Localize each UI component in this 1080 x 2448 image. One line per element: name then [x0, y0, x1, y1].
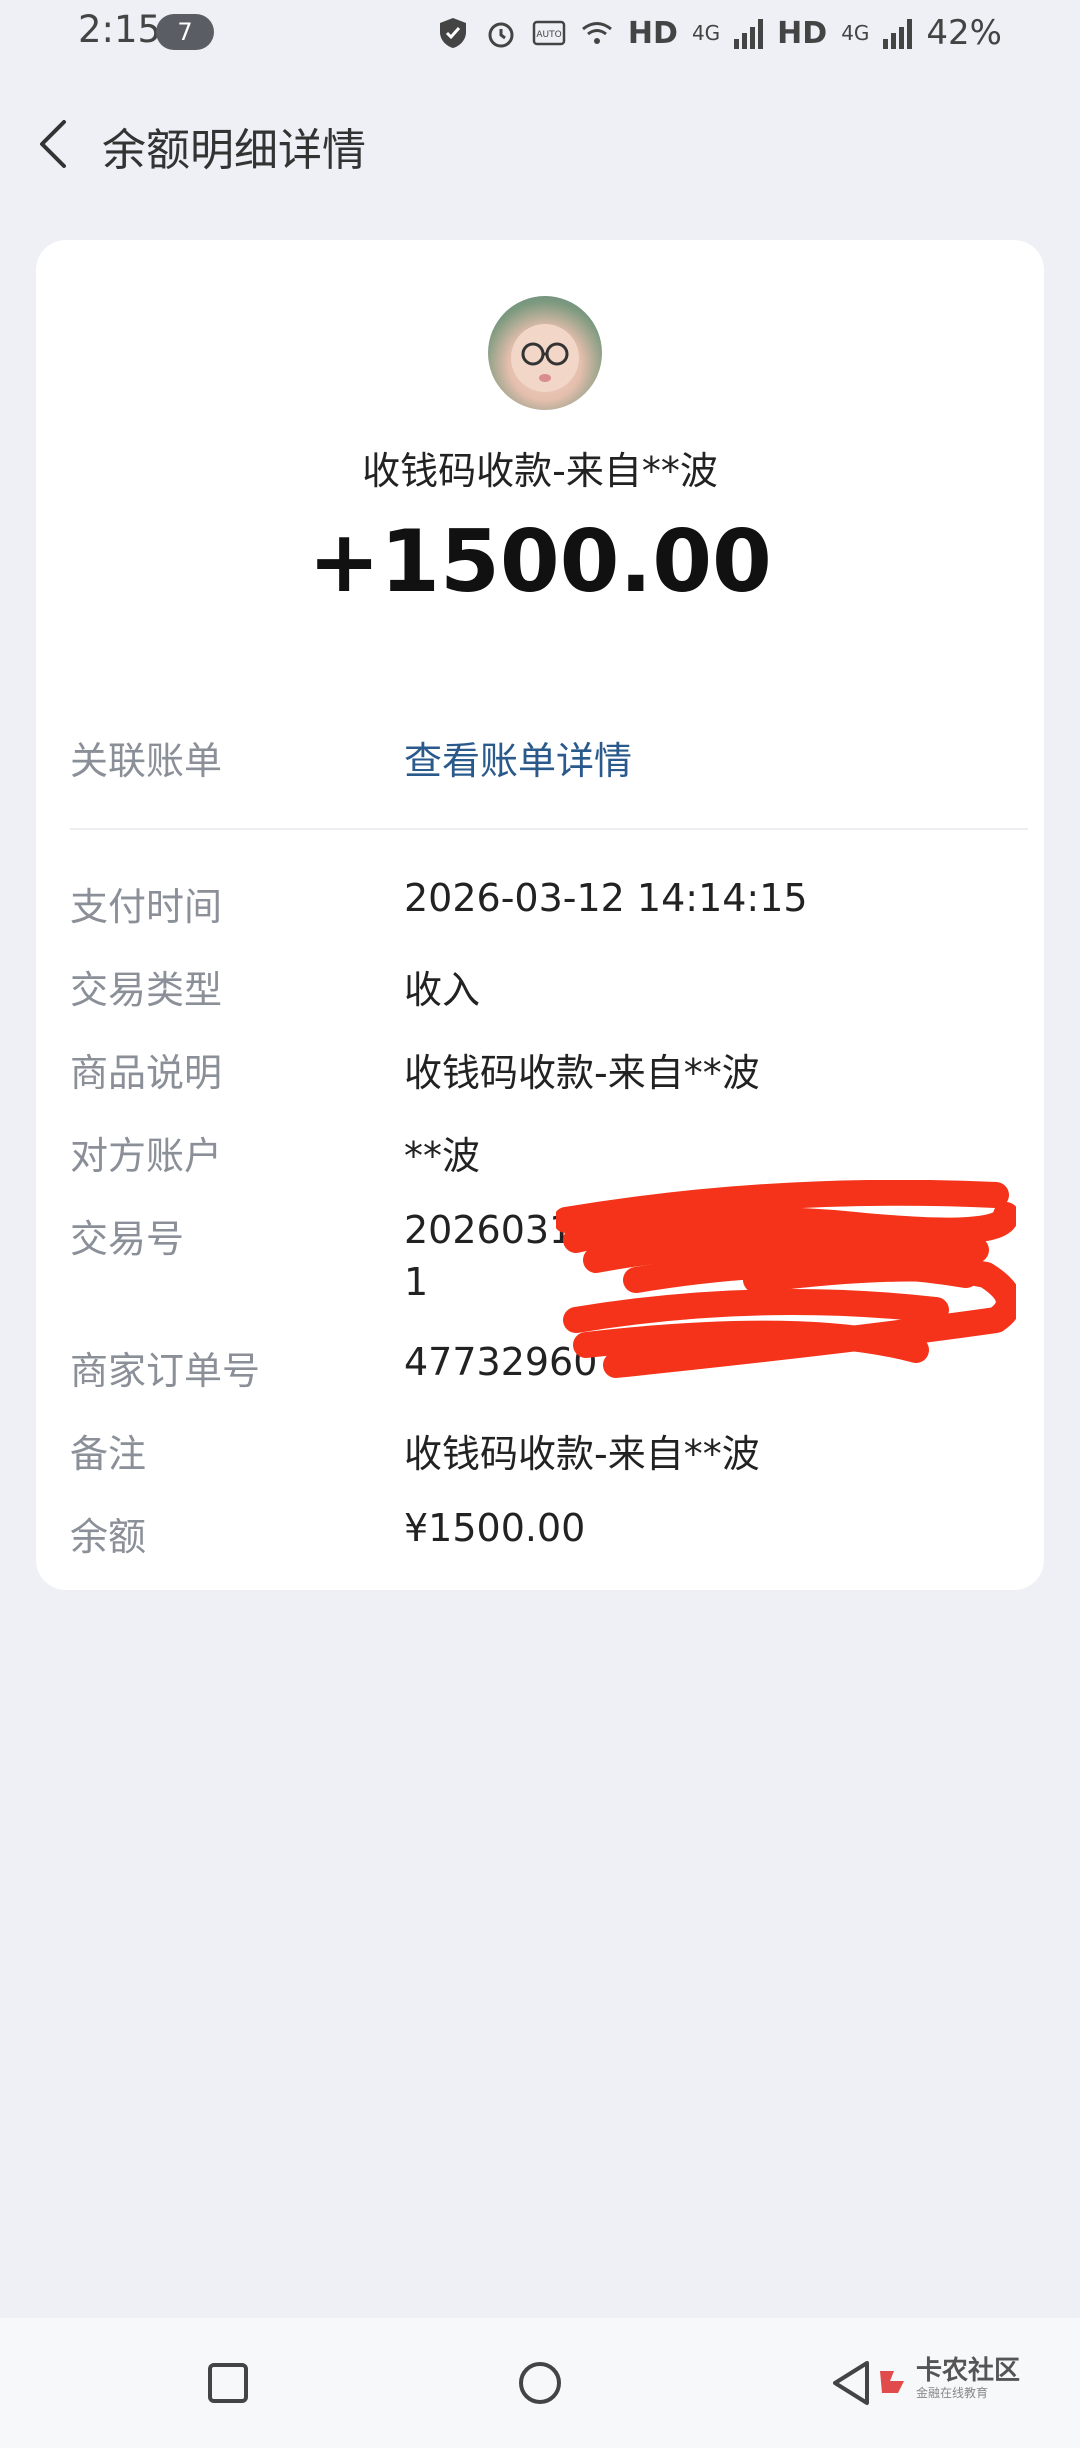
transaction-id-value-line2: 1: [404, 1260, 429, 1304]
redaction-scribble: [556, 1180, 1016, 1378]
transaction-amount: +1500.00: [308, 512, 772, 612]
merchant-order-id-label: 商家订单号: [70, 1349, 261, 1393]
signal-bars-1-icon: [734, 17, 764, 49]
transaction-id-label: 交易号: [70, 1217, 185, 1261]
payment-time-label: 支付时间: [70, 885, 223, 929]
alarm-icon: [488, 22, 514, 48]
watermark-logo: 卡农社区 金融在线教育: [876, 2358, 1020, 2401]
product-description-label: 商品说明: [70, 1051, 223, 1095]
payer-avatar: [488, 296, 602, 410]
svg-text:AUTO: AUTO: [536, 30, 561, 40]
network-type-2: 4G: [841, 21, 870, 45]
page-title: 余额明细详情: [102, 125, 366, 176]
wifi-6-icon: [581, 22, 612, 44]
related-bill-label: 关联账单: [70, 739, 223, 783]
knong-logo-icon: [879, 2370, 904, 2393]
transaction-type-label: 交易类型: [70, 968, 223, 1012]
divider: [70, 828, 1028, 830]
battery-level: 42%: [926, 13, 1002, 53]
hd-indicator-1: HD: [627, 15, 678, 51]
hd-indicator-2: HD: [777, 15, 828, 51]
system-navigation-bar: 卡农社区 金融在线教育: [0, 2318, 1080, 2448]
counterparty-account-value: **波: [404, 1134, 481, 1178]
home-circle-icon[interactable]: [505, 2348, 575, 2418]
recent-apps-square-icon[interactable]: [193, 2348, 263, 2418]
auto-hz-icon: AUTO: [532, 20, 566, 46]
balance-label: 余额: [70, 1515, 147, 1559]
product-description-value: 收钱码收款-来自**波: [404, 1051, 760, 1095]
notification-count-badge: 7: [156, 14, 214, 50]
status-bar: 2:15 7 AUTO HD 4G HD 4G 42%: [0, 0, 1080, 66]
transaction-title: 收钱码收款-来自**波: [362, 449, 718, 493]
remark-value: 收钱码收款-来自**波: [404, 1432, 760, 1476]
balance-value: ¥1500.00: [404, 1506, 586, 1550]
view-bill-details-link[interactable]: 查看账单详情: [404, 730, 632, 785]
shield-icon: [439, 18, 466, 48]
counterparty-account-label: 对方账户: [70, 1134, 223, 1178]
status-time: 2:15: [78, 8, 162, 51]
status-icons: AUTO HD 4G HD 4G 42%: [436, 10, 1002, 56]
page-header: 余额明细详情: [0, 96, 1080, 192]
back-arrow-icon[interactable]: [30, 116, 80, 172]
signal-bars-2-icon: [883, 17, 913, 49]
watermark-subtext: 金融在线教育: [915, 2386, 988, 2400]
payment-time-value: 2026-03-12 14:14:15: [404, 876, 808, 920]
watermark-text: 卡农社区: [915, 2356, 1020, 2386]
network-type-1: 4G: [691, 21, 721, 45]
remark-label: 备注: [70, 1432, 147, 1476]
transaction-type-value: 收入: [404, 968, 481, 1012]
